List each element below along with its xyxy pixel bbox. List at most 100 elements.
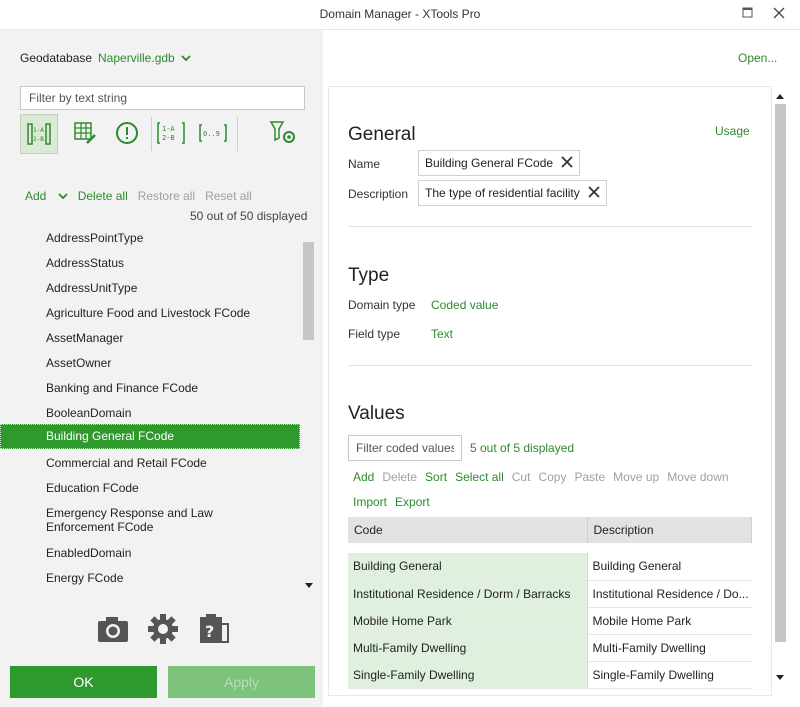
settings-button[interactable]: [146, 612, 180, 646]
settings-filter-button[interactable]: [264, 113, 302, 153]
ok-button[interactable]: OK: [10, 666, 157, 698]
description-field[interactable]: The type of residential facility: [418, 180, 607, 206]
column-header-code[interactable]: Code: [348, 517, 588, 543]
geodatabase-value: Naperville.gdb: [98, 51, 175, 65]
help-button[interactable]: ?: [196, 612, 230, 646]
sort-alpha-button[interactable]: 1-A 2-B: [152, 113, 190, 153]
description-label: Description: [348, 187, 409, 201]
list-item[interactable]: BooleanDomain: [0, 406, 300, 420]
list-item[interactable]: AssetOwner: [0, 356, 300, 370]
list-item[interactable]: AddressPointType: [0, 231, 300, 245]
values-filter-input[interactable]: [348, 435, 462, 461]
open-link[interactable]: Open...: [738, 51, 777, 65]
cut-button[interactable]: Cut: [512, 470, 531, 484]
field-type-label: Field type: [348, 327, 401, 341]
list-item[interactable]: AddressStatus: [0, 256, 300, 270]
usage-link[interactable]: Usage: [715, 124, 750, 138]
scrollbar-thumb[interactable]: [303, 242, 314, 340]
spacer-row: [348, 543, 752, 553]
list-item[interactable]: Emergency Response and Law Enforcement F…: [0, 506, 280, 534]
chevron-down-icon: [58, 193, 68, 200]
delete-value-button[interactable]: Delete: [382, 470, 417, 484]
values-heading: Values: [348, 403, 405, 424]
maximize-icon: [742, 7, 753, 18]
paste-button[interactable]: Paste: [574, 470, 605, 484]
list-item-selected[interactable]: Building General FCode: [0, 424, 300, 449]
divider: [348, 365, 752, 366]
arrow-down-icon: [776, 675, 784, 680]
import-button[interactable]: Import: [353, 495, 387, 509]
field-type-value[interactable]: Text: [431, 327, 453, 341]
delete-all-button[interactable]: Delete all: [78, 189, 128, 203]
clear-name-button[interactable]: [561, 155, 573, 172]
sort-alpha-icon: 1-A2-B: [157, 122, 185, 144]
list-item[interactable]: EnabledDomain: [0, 546, 300, 560]
copy-button[interactable]: Copy: [538, 470, 566, 484]
export-button[interactable]: Export: [395, 495, 430, 509]
code-cell[interactable]: Building General: [348, 553, 587, 581]
list-item[interactable]: Education FCode: [0, 481, 300, 495]
type-heading: Type: [348, 265, 390, 286]
table-row[interactable]: Building General Building General: [348, 553, 752, 581]
description-cell[interactable]: Multi-Family Dwelling: [586, 634, 752, 662]
code-cell[interactable]: Single-Family Dwelling: [348, 661, 587, 689]
chevron-down-icon: [181, 55, 191, 62]
apply-button[interactable]: Apply: [168, 666, 315, 698]
divider: [348, 226, 752, 227]
sort-code-icon: 1-A2-B: [27, 123, 51, 145]
close-icon: [561, 155, 573, 168]
move-up-button[interactable]: Move up: [613, 470, 659, 484]
toolbar-separator: [237, 117, 238, 151]
list-item[interactable]: Banking and Finance FCode: [0, 381, 300, 395]
list-item[interactable]: Energy FCode: [0, 571, 300, 585]
table-row[interactable]: Single-Family Dwelling Single-Family Dwe…: [348, 661, 752, 689]
domain-actions: Add Delete all Restore all Reset all: [25, 189, 262, 203]
warning-circle-icon: [116, 122, 138, 144]
maximize-button[interactable]: [741, 6, 755, 20]
description-cell[interactable]: Single-Family Dwelling: [586, 661, 752, 689]
code-cell[interactable]: Multi-Family Dwelling: [348, 634, 587, 662]
list-item[interactable]: AddressUnitType: [0, 281, 300, 295]
table-edit-button[interactable]: [66, 113, 104, 153]
add-value-button[interactable]: Add: [353, 470, 374, 484]
description-cell[interactable]: Institutional Residence / Do...: [586, 580, 752, 608]
geodatabase-selector[interactable]: Naperville.gdb: [98, 51, 191, 65]
scroll-down-arrow[interactable]: [773, 672, 787, 687]
table-row[interactable]: Mobile Home Park Mobile Home Park: [348, 607, 752, 635]
table-row[interactable]: Multi-Family Dwelling Multi-Family Dwell…: [348, 634, 752, 662]
description-cell[interactable]: Mobile Home Park: [586, 607, 752, 635]
svg-text:2-B: 2-B: [33, 136, 44, 143]
close-button[interactable]: [771, 5, 787, 21]
svg-text:1-A: 1-A: [162, 125, 175, 133]
code-cell[interactable]: Institutional Residence / Dorm / Barrack…: [348, 580, 587, 608]
gear-icon: [148, 614, 178, 644]
domain-list: AddressPointType AddressStatus AddressUn…: [0, 224, 302, 596]
restore-all-button[interactable]: Restore all: [138, 189, 195, 203]
reset-all-button[interactable]: Reset all: [205, 189, 252, 203]
sort-values-button[interactable]: Sort: [425, 470, 447, 484]
move-down-button[interactable]: Move down: [667, 470, 728, 484]
list-item[interactable]: AssetManager: [0, 331, 300, 345]
list-item[interactable]: Agriculture Food and Livestock FCode: [0, 306, 300, 320]
table-row[interactable]: Institutional Residence / Dorm / Barrack…: [348, 580, 752, 608]
scroll-up-arrow[interactable]: [773, 90, 787, 105]
sort-code-button[interactable]: 1-A 2-B: [20, 114, 58, 154]
name-field[interactable]: Building General FCode: [418, 150, 581, 176]
domain-filter-input[interactable]: [20, 86, 305, 110]
select-all-button[interactable]: Select all: [455, 470, 504, 484]
clear-description-button[interactable]: [588, 185, 600, 202]
sort-numeric-button[interactable]: 0..9: [194, 113, 232, 153]
scrollbar-thumb[interactable]: [775, 104, 786, 642]
code-cell[interactable]: Mobile Home Park: [348, 607, 587, 635]
add-domain-button[interactable]: Add: [25, 189, 68, 203]
domain-type-value[interactable]: Coded value: [431, 298, 498, 312]
validate-button[interactable]: [108, 113, 146, 153]
description-cell[interactable]: Building General: [586, 553, 752, 581]
scroll-down-arrow[interactable]: [302, 580, 316, 592]
domain-count: 50 out of 50 displayed: [190, 209, 308, 223]
snapshot-button[interactable]: [96, 612, 130, 646]
list-item[interactable]: Commercial and Retail FCode: [0, 456, 300, 470]
description-value: The type of residential facility: [425, 186, 580, 200]
table-edit-icon: [74, 122, 96, 144]
column-header-description[interactable]: Description: [587, 517, 752, 543]
